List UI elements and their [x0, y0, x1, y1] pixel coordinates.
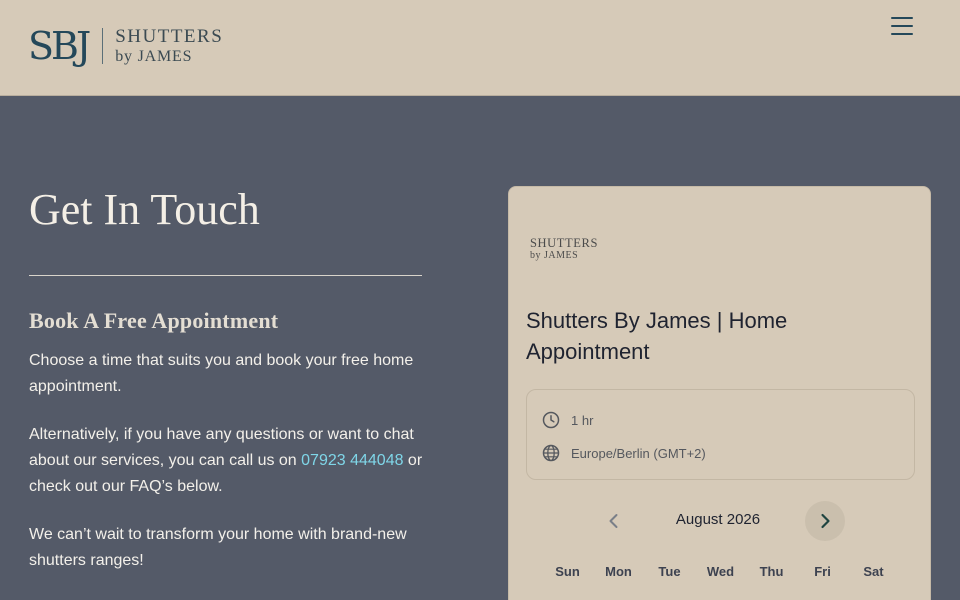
- logo-divider: [102, 28, 104, 64]
- logo-monogram: SBJ: [28, 24, 91, 68]
- weekday-sun: Sun: [555, 564, 580, 579]
- contact-section: Get In Touch Book A Free Appointment Cho…: [29, 180, 439, 569]
- weekday-sat: Sat: [863, 564, 884, 579]
- calendar-month: August 2026: [675, 511, 761, 528]
- weekday-wed: Wed: [706, 564, 735, 579]
- site-header: SBJ SHUTTERS by JAMES: [0, 0, 960, 96]
- hamburger-bar: [891, 17, 913, 19]
- calendar-header: August 2026: [509, 499, 932, 543]
- page-title: Get In Touch: [29, 185, 260, 234]
- weekday-tue: Tue: [658, 564, 681, 579]
- event-details: 1 hr Europe/Berlin (GMT+2): [526, 389, 915, 480]
- logo-wordmark-line2: by JAMES: [115, 48, 193, 65]
- hamburger-bar: [891, 25, 913, 27]
- title-divider: [29, 275, 422, 276]
- intro-paragraph: Choose a time that suits you and book yo…: [29, 352, 414, 395]
- weekday-fri: Fri: [814, 564, 831, 579]
- chevron-right-icon: [821, 513, 830, 529]
- booking-logo: SHUTTERS by JAMES: [530, 237, 598, 261]
- closing-paragraph: We can’t wait to transform your home wit…: [29, 526, 407, 569]
- booking-logo-line1: SHUTTERS: [530, 236, 599, 250]
- clock-icon: [542, 411, 560, 429]
- weekday-thu: Thu: [759, 564, 784, 579]
- timezone-text: Europe/Berlin (GMT+2): [571, 445, 706, 461]
- calendar-weekdays: Sun Mon Tue Wed Thu Fri Sat: [542, 564, 899, 579]
- booking-logo-line2: by JAMES: [530, 249, 579, 261]
- duration-row: 1 hr: [542, 411, 593, 429]
- globe-icon: [542, 444, 560, 462]
- weekday-mon: Mon: [605, 564, 632, 579]
- logo-wordmark: SHUTTERS by JAMES: [115, 27, 223, 65]
- logo-wordmark-line1: SHUTTERS: [115, 26, 224, 47]
- duration-text: 1 hr: [571, 412, 594, 428]
- next-month-button[interactable]: [805, 501, 845, 541]
- timezone-row[interactable]: Europe/Berlin (GMT+2): [542, 444, 706, 462]
- section-subtitle: Book A Free Appointment: [29, 308, 279, 333]
- hamburger-menu-icon[interactable]: [891, 17, 913, 35]
- phone-link[interactable]: 07923 444048: [301, 452, 403, 469]
- event-title: Shutters By James | Home Appointment: [526, 308, 788, 364]
- contact-paragraph: Alternatively, if you have any questions…: [29, 422, 439, 500]
- booking-widget: SHUTTERS by JAMES Shutters By James | Ho…: [508, 186, 931, 600]
- site-logo[interactable]: SBJ SHUTTERS by JAMES: [28, 24, 223, 68]
- hamburger-bar: [891, 33, 913, 35]
